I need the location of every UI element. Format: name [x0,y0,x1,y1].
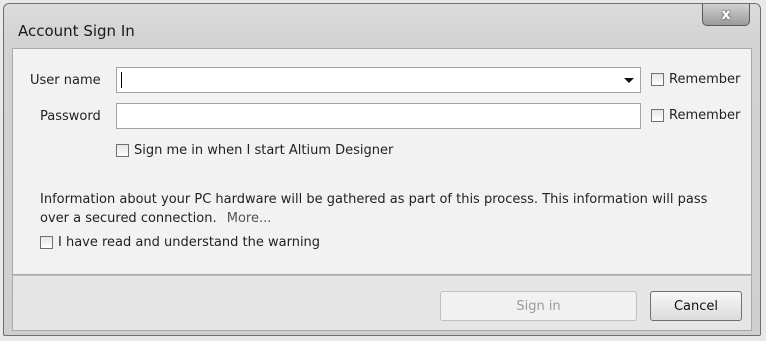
auto-sign-in-checkbox[interactable]: Sign me in when I start Altium Designer [116,143,393,158]
more-link[interactable]: More... [227,211,272,226]
checkbox-box[interactable] [651,109,664,122]
password-field[interactable] [116,103,641,129]
text-cursor [121,72,122,88]
remember-password-checkbox[interactable]: Remember [651,108,740,123]
remember-username-checkbox[interactable]: Remember [651,72,740,87]
cancel-button[interactable]: Cancel [650,291,742,321]
warning-ack-checkbox[interactable]: I have read and understand the warning [40,235,320,250]
password-label: Password [40,109,101,124]
close-button[interactable]: x [702,4,750,26]
username-combobox[interactable] [116,67,641,93]
notice-text: Information about your PC hardware will … [40,192,708,226]
title-bar: Account Sign In x [4,4,760,46]
checkbox-box[interactable] [651,73,664,86]
checkbox-box[interactable] [40,236,53,249]
remember-password-label: Remember [669,108,741,123]
warning-ack-label: I have read and understand the warning [58,235,321,250]
sign-in-button[interactable]: Sign in [440,291,637,321]
auto-sign-in-label: Sign me in when I start Altium Designer [134,143,394,158]
cancel-label: Cancel [673,298,719,314]
dialog-body: User name Remember Password Remember Sig… [12,48,752,275]
hardware-info-notice: Information about your PC hardware will … [40,190,730,228]
dialog-title: Account Sign In [18,22,135,40]
remember-username-label: Remember [669,72,741,87]
chevron-down-icon[interactable] [624,78,634,83]
sign-in-label: Sign in [516,298,561,314]
username-label: User name [30,73,101,88]
checkbox-box[interactable] [116,144,129,157]
dialog-footer: Sign in Cancel [12,275,752,331]
sign-in-dialog: Account Sign In x User name Remember Pas… [3,3,761,336]
close-icon: x [721,6,731,23]
